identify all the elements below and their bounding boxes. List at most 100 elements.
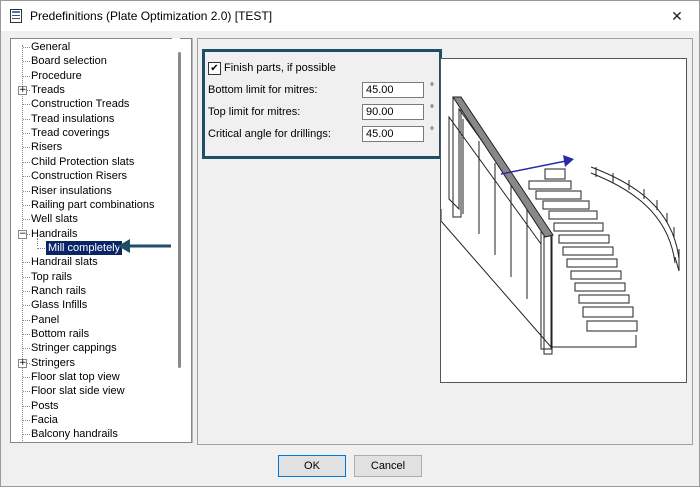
tree-item[interactable]: Child Protection slats — [11, 155, 181, 169]
top-limit-unit: ° — [430, 104, 434, 115]
tree-item-label: Balcony handrails — [31, 428, 118, 441]
tree-connector — [23, 290, 30, 292]
tree-item[interactable]: Facia — [11, 413, 181, 427]
tree-connector — [23, 176, 30, 178]
finish-parts-checkbox[interactable]: ✔ — [208, 62, 221, 75]
staircase-illustration — [440, 96, 680, 355]
tree-connector — [23, 161, 30, 163]
tree-connector — [23, 147, 30, 149]
tree-item[interactable]: Balcony handrails — [11, 427, 181, 441]
tree-connector — [23, 405, 30, 407]
tree-item-label: Stringer cappings — [31, 342, 117, 355]
tree-item[interactable]: Procedure — [11, 69, 181, 83]
tree-item[interactable]: Floor slat top view — [11, 370, 181, 384]
tree-item-label: Panel — [31, 313, 60, 326]
tree-scrollbar-thumb[interactable] — [178, 52, 181, 368]
tree-scrollbar[interactable] — [172, 38, 181, 441]
tree-connector — [37, 247, 45, 249]
tree-connector — [23, 204, 30, 206]
tree-item[interactable]: Risers — [11, 140, 181, 154]
tree-connector — [23, 219, 30, 221]
expand-icon[interactable]: + — [18, 86, 27, 96]
ok-button[interactable]: OK — [278, 455, 346, 477]
tree-item-label: Child Protection slats — [31, 155, 135, 168]
tree-item-label: Handrail slats — [31, 256, 98, 269]
critical-angle-unit: ° — [430, 126, 434, 137]
tree-connector — [23, 190, 30, 192]
tree-item[interactable]: Riser insulations — [11, 184, 181, 198]
tree-item-label: Floor slat side view — [31, 385, 125, 398]
tree-item[interactable]: General — [11, 40, 181, 54]
expand-icon[interactable]: + — [18, 358, 27, 368]
panel-splitter[interactable] — [192, 38, 193, 443]
tree-item[interactable]: Construction Risers — [11, 169, 181, 183]
tree-item[interactable]: Bottom rails — [11, 327, 181, 341]
top-limit-input[interactable] — [362, 104, 424, 120]
tree-item-label: Procedure — [31, 69, 82, 82]
bottom-limit-input[interactable] — [362, 82, 424, 98]
tree-item[interactable]: + Treads — [11, 83, 181, 97]
tree-item[interactable]: Ranch rails — [11, 284, 181, 298]
tree-connector — [23, 377, 30, 379]
tree-item[interactable]: Posts — [11, 399, 181, 413]
close-button[interactable]: ✕ — [655, 1, 699, 31]
title-bar: Predefinitions (Plate Optimization 2.0) … — [1, 1, 699, 31]
tree-connector — [23, 434, 30, 436]
tree-item[interactable]: Board selection — [11, 54, 181, 68]
tree-item-label: Railing part combinations — [31, 198, 155, 211]
collapse-icon[interactable]: − — [18, 229, 27, 239]
critical-angle-label: Critical angle for drillings: — [208, 128, 331, 140]
tree-connector — [23, 104, 30, 106]
tree-item[interactable]: Balcony handrail slats — [11, 442, 181, 443]
close-icon: ✕ — [671, 7, 683, 24]
tree-item-label: Glass Infills — [31, 299, 88, 312]
tree-item-label: General — [31, 41, 71, 53]
tree-item-label: Balcony handrail slats — [31, 442, 138, 443]
tree-connector — [23, 118, 30, 120]
critical-angle-input[interactable] — [362, 126, 424, 142]
tree-connector — [23, 348, 30, 350]
finish-parts-label: Finish parts, if possible — [224, 62, 336, 74]
tree-item-label: Tread coverings — [31, 127, 110, 140]
tree-item-label: Construction Risers — [31, 170, 127, 183]
tree-item[interactable]: Panel — [11, 313, 181, 327]
tree-item-label: Board selection — [31, 55, 107, 68]
tree-item[interactable]: Handrail slats — [11, 255, 181, 269]
tree-connector — [23, 262, 30, 264]
tree-connector — [23, 420, 30, 422]
tree-connector — [23, 305, 30, 307]
tree-item-label: Riser insulations — [31, 184, 112, 197]
window-title: Predefinitions (Plate Optimization 2.0) … — [30, 9, 273, 23]
tree-item-label: Stringers — [31, 356, 76, 369]
tree-item[interactable]: Tread insulations — [11, 112, 181, 126]
annotation-arrow-icon — [118, 239, 171, 253]
app-icon — [10, 9, 22, 23]
tree-item[interactable]: Stringer cappings — [11, 341, 181, 355]
tree-item[interactable]: Tread coverings — [11, 126, 181, 140]
tree-item[interactable]: Top rails — [11, 270, 181, 284]
tree-child-connector — [37, 237, 38, 246]
tree-item-label: Posts — [31, 399, 59, 412]
tree-item-label: Treads — [31, 84, 65, 97]
tree-item[interactable]: Glass Infills — [11, 298, 181, 312]
staircase-preview — [440, 58, 687, 383]
tree-item[interactable]: Railing part combinations — [11, 198, 181, 212]
tree-item-label-selected: Mill completely — [44, 239, 124, 256]
tree-item[interactable]: Construction Treads — [11, 97, 181, 111]
tree-item[interactable]: Floor slat side view — [11, 384, 181, 398]
tree-connector — [23, 75, 30, 77]
tree-item-label: Bottom rails — [31, 328, 90, 340]
top-limit-label: Top limit for mitres: — [208, 106, 301, 118]
tree-item-label: Ranch rails — [31, 284, 87, 297]
tree-item[interactable]: + Stringers — [11, 356, 181, 370]
tree-item-label: Facia — [31, 414, 58, 427]
tree-item[interactable]: Well slats — [11, 212, 181, 226]
tree-item-label: Well slats — [31, 213, 78, 226]
tree-item-label: Risers — [31, 141, 63, 154]
tree-connector — [23, 61, 30, 63]
bottom-limit-label: Bottom limit for mitres: — [208, 84, 318, 96]
tree-item-label: Tread insulations — [31, 112, 115, 125]
tree-item-label: Floor slat top view — [31, 371, 120, 384]
tree-connector — [23, 133, 30, 135]
cancel-button[interactable]: Cancel — [354, 455, 422, 477]
